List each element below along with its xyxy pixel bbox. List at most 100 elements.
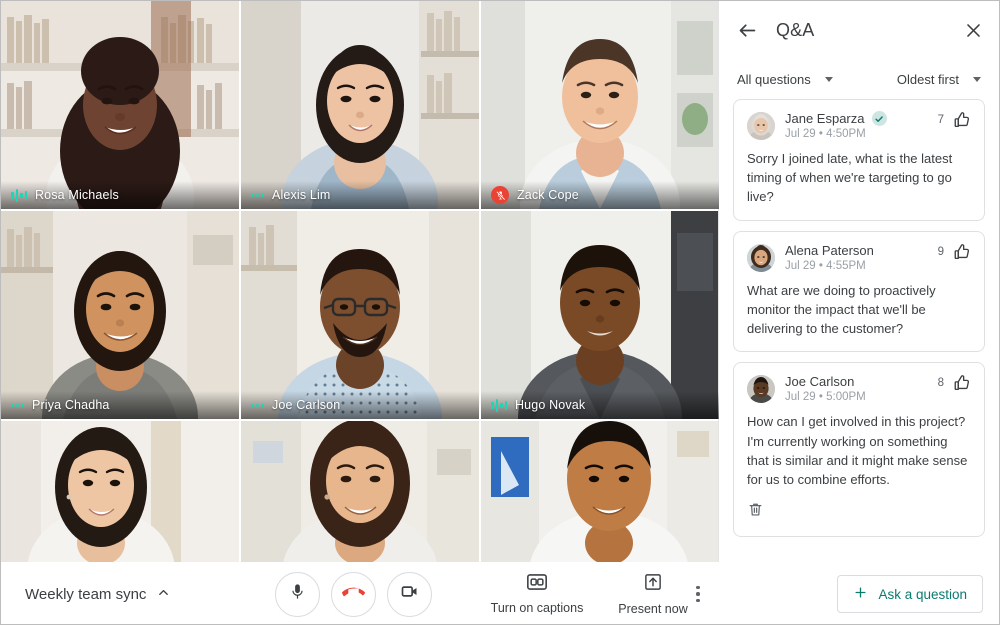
audio-level-idle-icon (251, 399, 264, 412)
avatar-image (747, 112, 775, 140)
participant-namebar: Joe Carlson (241, 391, 479, 419)
question-timestamp: Jul 29 • 4:55PM (785, 259, 866, 272)
participant-tile[interactable]: Joe Carlson (241, 211, 479, 419)
participant-tile[interactable]: Priya Chadha (1, 211, 239, 419)
question-text: What are we doing to proactively monitor… (747, 282, 936, 337)
chevron-up-icon (156, 585, 171, 604)
participant-video (241, 1, 479, 209)
closed-captions-icon (527, 573, 547, 595)
question-header: Alena Paterson Jul 29 • 4:55PM 9 (747, 243, 971, 272)
participant-name: Hugo Novak (515, 398, 586, 412)
ask-button-label: Ask a question (878, 586, 967, 602)
question-meta: Jane Esparza Jul 29 • 4:50PM (785, 111, 932, 140)
secondary-controls: Turn on captions Present now (479, 573, 711, 616)
qa-footer: Ask a question (719, 562, 999, 624)
question-author: Joe Carlson (785, 374, 855, 390)
arrow-back-icon[interactable] (737, 20, 758, 41)
phone-hangup-icon (341, 580, 365, 608)
avatar (747, 112, 775, 140)
question-actions (747, 501, 971, 523)
participant-video (1, 1, 239, 209)
participant-video (1, 421, 239, 566)
qa-filter-row: All questions Oldest first (719, 59, 999, 99)
mic-off-icon (491, 186, 509, 204)
captions-label: Turn on captions (490, 600, 584, 615)
question-meta: Joe Carlson Jul 29 • 5:00PM (785, 374, 932, 403)
participant-namebar: Zack Cope (481, 181, 719, 209)
question-card[interactable]: Jane Esparza Jul 29 • 4:50PM 7 Sorry I j… (733, 99, 985, 221)
meeting-name-button[interactable]: Weekly team sync (25, 585, 171, 604)
qa-header: Q&A (719, 1, 999, 59)
participant-video (1, 211, 239, 419)
meeting-controls-bar: Weekly team sync Turn on captions Presen… (1, 562, 719, 624)
vote-count: 8 (937, 377, 944, 390)
question-meta: Alena Paterson Jul 29 • 4:55PM (785, 243, 932, 272)
vote-group: 9 (938, 243, 971, 261)
thumbs-up-icon[interactable] (953, 111, 971, 129)
trash-icon[interactable] (747, 501, 764, 518)
participant-video (241, 211, 479, 419)
participant-name: Joe Carlson (272, 398, 341, 412)
vote-count: 7 (937, 114, 944, 126)
participant-name: Priya Chadha (32, 398, 110, 412)
participant-namebar: Priya Chadha (1, 391, 239, 419)
chevron-down-icon (973, 76, 981, 82)
filter-label: All questions (737, 71, 811, 87)
present-screen-icon (644, 573, 662, 596)
qa-panel: Q&A All questions Oldest first Jane Espa… (718, 1, 999, 624)
question-timestamp: Jul 29 • 4:50PM (785, 128, 866, 140)
audio-level-icon (491, 398, 507, 412)
participant-tile[interactable]: Rosa Michaels (1, 1, 239, 209)
question-list: Jane Esparza Jul 29 • 4:50PM 7 Sorry I j… (719, 99, 999, 562)
question-card[interactable]: Alena Paterson Jul 29 • 4:55PM 9 What ar… (733, 230, 985, 353)
author-row: Alena Paterson (785, 243, 932, 258)
more-options-button[interactable] (687, 579, 709, 609)
ask-a-question-button[interactable]: Ask a question (837, 575, 983, 613)
more-vertical-icon (696, 592, 700, 596)
audio-level-icon (11, 188, 27, 202)
chevron-down-icon (824, 76, 833, 82)
participant-tile[interactable]: Hugo Novak (481, 211, 719, 419)
avatar-image (747, 243, 775, 272)
more-vertical-icon (696, 585, 700, 590)
question-header: Joe Carlson Jul 29 • 5:00PM 8 (747, 374, 971, 404)
check-circle-icon (871, 111, 887, 126)
avatar (747, 243, 775, 272)
participant-video (481, 211, 719, 419)
participant-video (241, 421, 479, 566)
question-timestamp: Jul 29 • 5:00PM (785, 391, 866, 404)
participant-tile[interactable] (241, 421, 479, 566)
participant-namebar: Alexis Lim (241, 181, 479, 209)
author-row: Joe Carlson (785, 374, 932, 389)
panel-title: Q&A (776, 19, 815, 40)
leave-call-button[interactable] (331, 571, 376, 617)
thumbs-up-icon[interactable] (953, 374, 971, 392)
vote-group: 8 (938, 374, 971, 392)
audio-level-idle-icon (11, 399, 24, 412)
participant-tile[interactable]: Alexis Lim (241, 1, 479, 209)
participant-tile[interactable] (481, 421, 719, 566)
camera-button[interactable] (387, 571, 432, 617)
meet-window: Rosa Michaels Alexis Lim Zack Cope Priya… (0, 0, 1000, 625)
turn-on-captions-button[interactable]: Turn on captions (479, 573, 595, 615)
thumbs-up-icon[interactable] (953, 243, 971, 261)
participant-namebar: Hugo Novak (481, 391, 719, 419)
microphone-button[interactable] (275, 571, 320, 617)
audio-level-idle-icon (251, 189, 264, 202)
question-sort-dropdown[interactable]: Oldest first (897, 72, 981, 87)
participant-name: Rosa Michaels (35, 188, 119, 202)
question-author: Jane Esparza (785, 111, 865, 126)
participant-tile[interactable]: Zack Cope (481, 1, 719, 209)
question-card[interactable]: Joe Carlson Jul 29 • 5:00PM 8 How can I … (733, 362, 985, 538)
vote-group: 7 (938, 111, 971, 129)
video-camera-icon (399, 581, 420, 607)
participant-grid: Rosa Michaels Alexis Lim Zack Cope Priya… (1, 1, 719, 566)
participant-namebar: Rosa Michaels (1, 181, 239, 209)
avatar (747, 375, 775, 404)
question-filter-dropdown[interactable]: All questions (737, 72, 833, 87)
close-icon[interactable] (964, 21, 983, 40)
question-author: Alena Paterson (785, 242, 874, 258)
participant-name: Alexis Lim (272, 188, 331, 202)
present-label: Present now (618, 601, 688, 616)
participant-tile[interactable] (1, 421, 239, 566)
